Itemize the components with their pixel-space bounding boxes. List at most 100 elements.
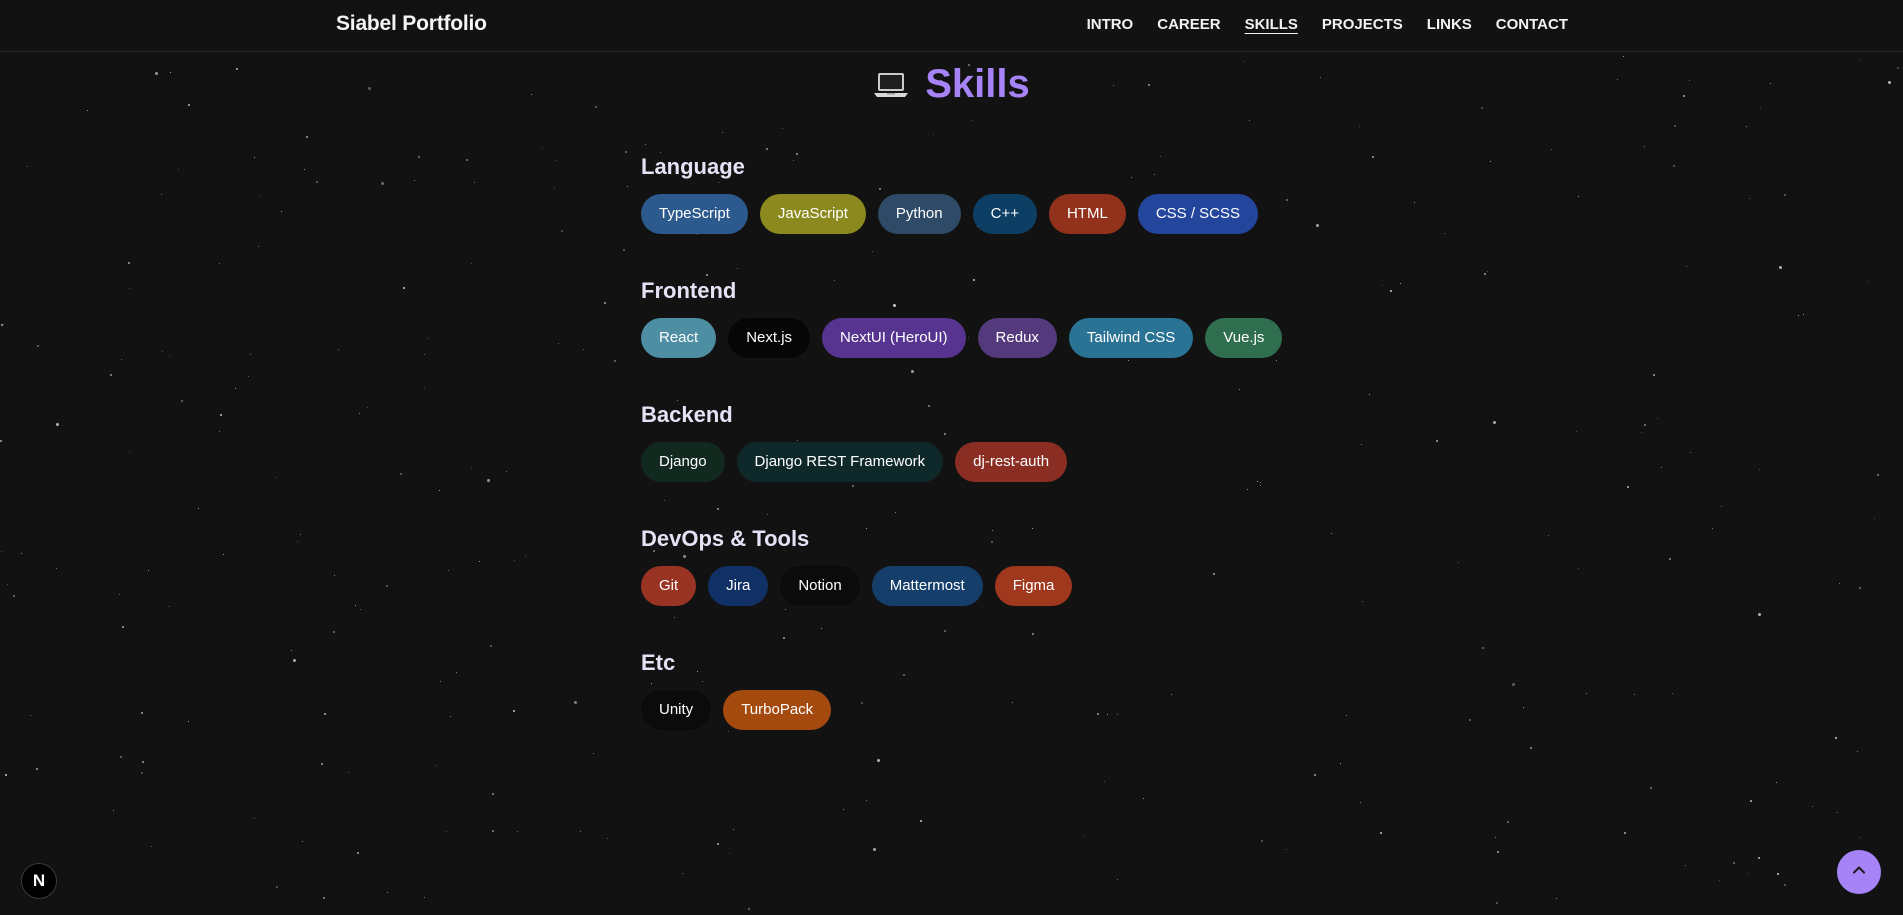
star-dot [1,324,3,326]
star-dot [258,246,259,247]
star-dot [474,182,475,183]
star-dot [56,423,59,426]
main-nav: INTRO CAREER SKILLS PROJECTS LINKS CONTA… [1087,16,1568,33]
star-dot [604,302,606,304]
laptop-icon [873,70,909,100]
star-dot [1390,290,1392,292]
star-dot [1400,283,1401,284]
category-backend: Backend Django Django REST Framework dj-… [641,400,1341,524]
star-dot [338,349,339,350]
star-dot [1261,840,1263,842]
skill-chip-dj-rest-auth[interactable]: dj-rest-auth [955,442,1068,482]
nextjs-logo-icon[interactable]: N [21,863,57,899]
star-dot [1487,271,1488,272]
star-dot [450,716,451,717]
skill-chip-nextjs[interactable]: Next.js [728,318,811,358]
nav-contact[interactable]: CONTACT [1496,16,1568,33]
star-dot [843,809,844,810]
star-dot [162,351,163,352]
star-dot [276,886,278,888]
skill-chip-notion[interactable]: Notion [780,566,860,606]
star-dot [558,343,559,344]
star-dot [1837,812,1838,813]
skill-chip-tailwind[interactable]: Tailwind CSS [1068,318,1194,358]
star-dot [367,407,368,408]
star-dot [13,595,15,597]
skill-chip-html[interactable]: HTML [1048,194,1126,234]
skill-chip-mattermost[interactable]: Mattermost [871,566,983,606]
star-dot [1868,281,1869,282]
star-dot [1760,108,1761,109]
star-dot [259,195,260,196]
star-dot [625,151,627,153]
star-dot [302,841,303,842]
skill-chip-javascript[interactable]: JavaScript [759,194,866,234]
star-dot [492,793,494,795]
skill-chip-unity[interactable]: Unity [641,690,712,730]
star-dot [1650,787,1652,789]
brand-logo[interactable]: Siabel Portfolio [336,12,487,36]
skill-chip-css-scss[interactable]: CSS / SCSS [1137,194,1259,234]
star-dot [293,659,296,662]
skill-chip-vuejs[interactable]: Vue.js [1205,318,1283,358]
star-dot [169,356,170,357]
star-dot [717,843,719,845]
skill-chip-typescript[interactable]: TypeScript [641,194,748,234]
star-dot [128,262,130,264]
star-dot [1874,518,1875,519]
star-dot [129,288,130,289]
star-dot [1746,126,1747,127]
star-dot [219,431,220,432]
star-dot [1369,394,1370,395]
nav-intro[interactable]: INTRO [1087,16,1134,33]
skill-chip-redux[interactable]: Redux [977,318,1057,358]
skill-chip-cpp[interactable]: C++ [972,194,1037,234]
star-dot [766,148,768,150]
star-dot [1359,126,1360,127]
star-dot [554,188,555,189]
star-dot [1551,149,1552,150]
star-dot [1859,587,1861,589]
skill-chip-nextui[interactable]: NextUI (HeroUI) [822,318,966,358]
category-etc: Etc Unity TurboPack [641,648,1341,772]
skill-chip-react[interactable]: React [641,318,717,358]
skill-chip-django-rest-framework[interactable]: Django REST Framework [736,442,944,482]
skill-chip-python[interactable]: Python [877,194,961,234]
skill-chip-turbopack[interactable]: TurboPack [723,690,832,730]
star-dot [387,892,388,893]
nav-links[interactable]: LINKS [1427,16,1472,33]
star-dot [1143,798,1144,799]
star-dot [348,772,349,773]
nav-career[interactable]: CAREER [1157,16,1220,33]
star-dot [254,157,255,158]
star-dot [627,186,628,187]
star-dot [456,672,457,673]
star-dot [471,263,472,264]
star-dot [129,452,130,453]
star-dot [607,838,608,839]
star-dot [418,156,420,158]
skill-chip-jira[interactable]: Jira [708,566,769,606]
star-dot [1758,857,1760,859]
star-dot [1362,601,1363,602]
star-dot [1685,865,1686,866]
nav-skills[interactable]: SKILLS [1245,16,1298,33]
star-dot [1495,837,1496,838]
skill-chip-figma[interactable]: Figma [994,566,1073,606]
scroll-to-top-button[interactable] [1837,850,1881,894]
star-dot [748,908,750,910]
star-dot [1512,683,1515,686]
star-dot [1360,802,1361,803]
star-dot [873,848,876,851]
star-dot [614,360,616,362]
skill-chip-django[interactable]: Django [641,442,725,482]
skill-chip-git[interactable]: Git [641,566,697,606]
star-dot [248,376,249,377]
star-dot [1,551,2,552]
star-dot [1719,880,1720,881]
star-dot [1669,558,1671,560]
nav-projects[interactable]: PROJECTS [1322,16,1403,33]
star-dot [729,853,730,854]
star-dot [1641,432,1642,433]
star-dot [1779,266,1782,269]
